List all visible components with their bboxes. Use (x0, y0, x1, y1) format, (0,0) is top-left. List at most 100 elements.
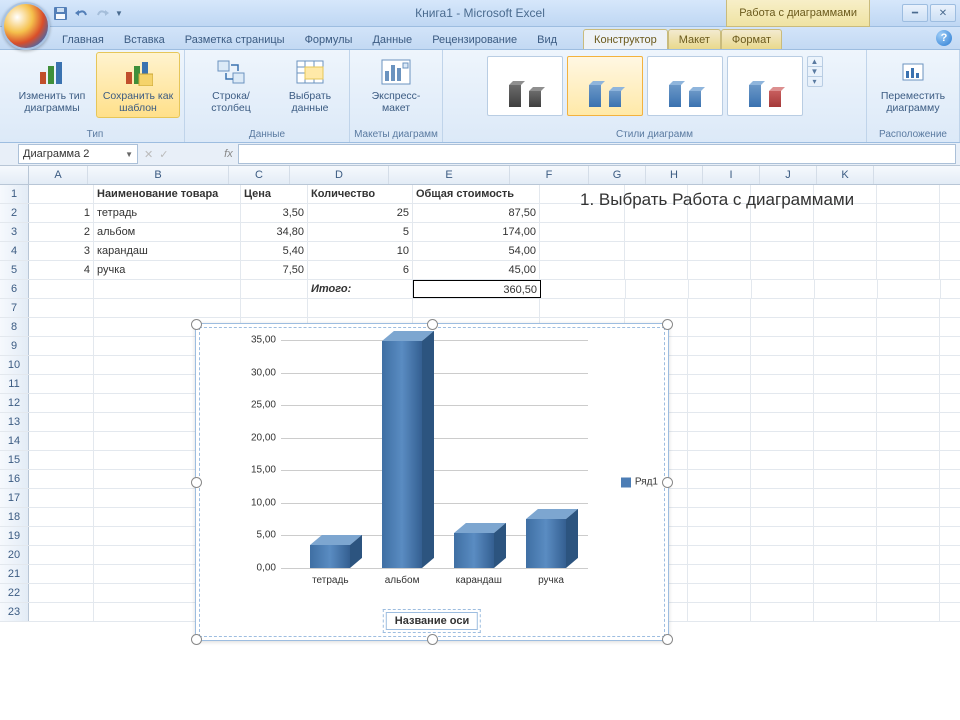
cell[interactable] (29, 508, 94, 526)
cell[interactable] (688, 318, 751, 336)
cell[interactable] (877, 527, 940, 545)
col-header[interactable]: B (88, 166, 229, 184)
row-header[interactable]: 13 (0, 413, 29, 431)
spreadsheet-grid[interactable]: A B C D E F G H I J K 1Наименование това… (0, 166, 960, 720)
cell[interactable] (877, 451, 940, 469)
tab-review[interactable]: Рецензирование (422, 30, 527, 49)
cell[interactable] (688, 413, 751, 431)
cell[interactable] (814, 546, 877, 564)
col-header[interactable]: E (389, 166, 510, 184)
cell[interactable] (688, 565, 751, 583)
cell[interactable] (751, 565, 814, 583)
cell[interactable] (877, 546, 940, 564)
cell[interactable] (541, 280, 626, 298)
select-data-button[interactable]: Выбрать данные (275, 52, 345, 118)
cell[interactable] (877, 185, 940, 203)
col-header[interactable]: I (703, 166, 760, 184)
cell[interactable]: 3,50 (241, 204, 308, 222)
minimize-button[interactable]: ━ (902, 4, 928, 22)
resize-handle[interactable] (191, 634, 202, 645)
cell[interactable]: 4 (29, 261, 94, 279)
col-header[interactable]: H (646, 166, 703, 184)
tab-design[interactable]: Конструктор (583, 29, 668, 49)
cell[interactable] (540, 242, 625, 260)
cell[interactable] (877, 356, 940, 374)
cell[interactable] (814, 356, 877, 374)
cell[interactable] (814, 470, 877, 488)
tab-format[interactable]: Формат (721, 29, 782, 49)
cell[interactable]: 87,50 (413, 204, 540, 222)
row-header[interactable]: 17 (0, 489, 29, 507)
row-header[interactable]: 9 (0, 337, 29, 355)
cell[interactable] (751, 584, 814, 602)
cell[interactable] (29, 565, 94, 583)
row-header[interactable]: 21 (0, 565, 29, 583)
row-header[interactable]: 20 (0, 546, 29, 564)
cell[interactable] (688, 603, 751, 621)
row-header[interactable]: 12 (0, 394, 29, 412)
resize-handle[interactable] (662, 477, 673, 488)
row-header[interactable]: 7 (0, 299, 29, 317)
col-header[interactable]: G (589, 166, 646, 184)
cell[interactable] (814, 223, 877, 241)
tab-formulas[interactable]: Формулы (295, 30, 363, 49)
cell[interactable] (688, 584, 751, 602)
row-header[interactable]: 18 (0, 508, 29, 526)
tab-data[interactable]: Данные (362, 30, 422, 49)
cell[interactable] (29, 470, 94, 488)
select-all-corner[interactable] (0, 166, 29, 184)
cell[interactable] (877, 470, 940, 488)
cell[interactable] (688, 261, 751, 279)
row-header[interactable]: 1 (0, 185, 29, 203)
styles-scroll[interactable]: ▲ ▼ ▾ (807, 56, 823, 87)
cell[interactable] (413, 299, 540, 317)
row-header[interactable]: 14 (0, 432, 29, 450)
cell[interactable] (877, 508, 940, 526)
cell[interactable] (814, 584, 877, 602)
cell[interactable]: 45,00 (413, 261, 540, 279)
close-button[interactable]: ✕ (930, 4, 956, 22)
switch-row-col-button[interactable]: Строка/столбец (189, 52, 273, 118)
cell[interactable] (751, 375, 814, 393)
save-as-template-button[interactable]: Сохранить как шаблон (96, 52, 180, 118)
cell[interactable] (688, 527, 751, 545)
fx-icon[interactable]: fx (218, 148, 238, 160)
cell[interactable] (688, 489, 751, 507)
cell[interactable] (815, 280, 878, 298)
resize-handle[interactable] (191, 319, 202, 330)
axis-title[interactable]: Название оси (386, 612, 478, 630)
cell[interactable] (814, 394, 877, 412)
cell[interactable] (814, 451, 877, 469)
row-header[interactable]: 8 (0, 318, 29, 336)
cell[interactable]: Наименование товара (94, 185, 241, 203)
row-header[interactable]: 10 (0, 356, 29, 374)
cell[interactable] (751, 546, 814, 564)
cell[interactable] (814, 413, 877, 431)
cell[interactable] (29, 584, 94, 602)
cell[interactable] (877, 299, 940, 317)
row-header[interactable]: 6 (0, 280, 29, 298)
row-header[interactable]: 4 (0, 242, 29, 260)
row-header[interactable]: 5 (0, 261, 29, 279)
row-header[interactable]: 19 (0, 527, 29, 545)
cell[interactable] (688, 394, 751, 412)
cell[interactable]: Цена (241, 185, 308, 203)
cell[interactable] (688, 451, 751, 469)
cell[interactable]: ручка (94, 261, 241, 279)
row-header[interactable]: 15 (0, 451, 29, 469)
redo-icon[interactable] (94, 5, 110, 21)
cell[interactable] (751, 508, 814, 526)
cell[interactable] (814, 337, 877, 355)
chart-plot-area[interactable]: 0,005,0010,0015,0020,0025,0030,0035,00те… (236, 340, 588, 568)
col-header[interactable]: K (817, 166, 874, 184)
cell[interactable]: 5 (308, 223, 413, 241)
cell[interactable] (751, 527, 814, 545)
cell[interactable] (877, 375, 940, 393)
row-header[interactable]: 11 (0, 375, 29, 393)
cell[interactable] (29, 451, 94, 469)
cell[interactable]: 2 (29, 223, 94, 241)
chart-legend[interactable]: Ряд1 (621, 477, 658, 488)
cell[interactable] (29, 185, 94, 203)
cell[interactable] (540, 223, 625, 241)
cell[interactable] (625, 223, 688, 241)
